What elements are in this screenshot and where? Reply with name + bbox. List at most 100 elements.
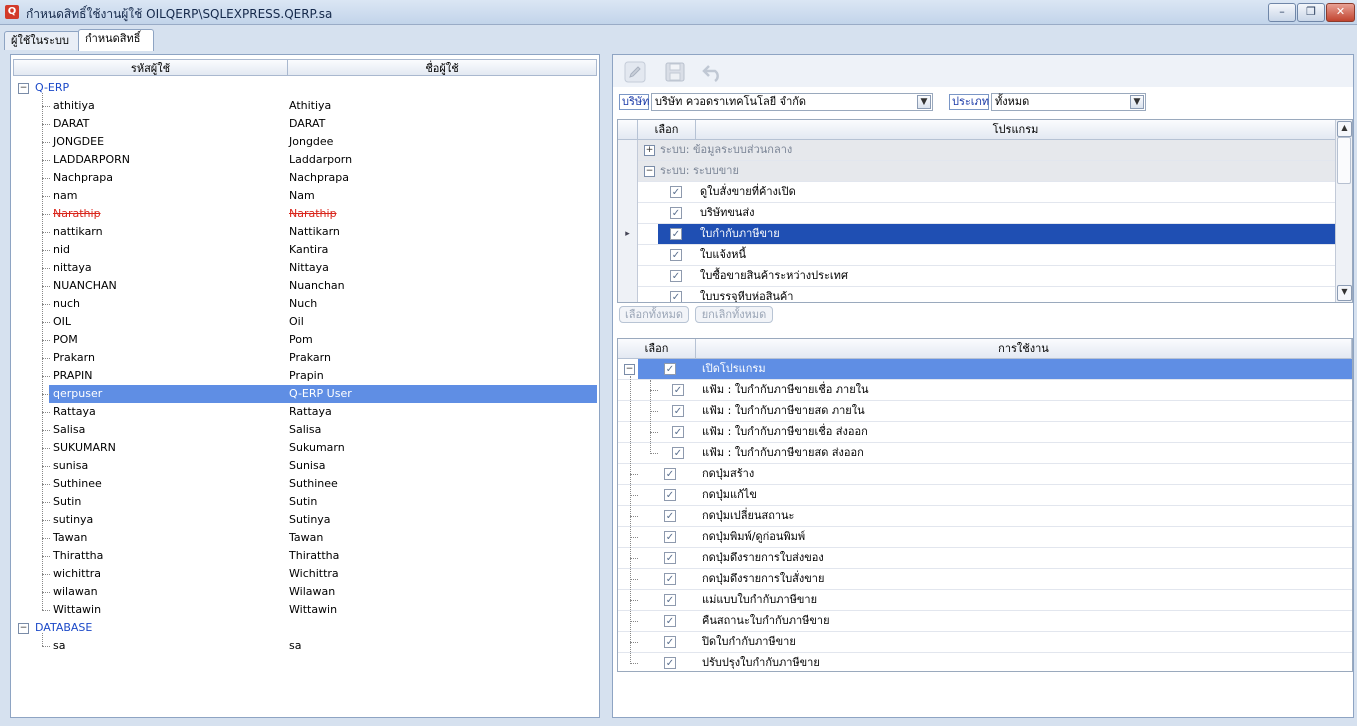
usage-checkbox[interactable]: ✓ [664,363,676,375]
tree-group-q-erp[interactable]: − Q-ERP [11,79,599,97]
usage-item-row[interactable]: ✓ กดปุ่มสร้าง [618,464,1352,485]
usage-item-row[interactable]: ✓ แม่แบบใบกำกับภาษีขาย [618,590,1352,611]
program-checkbox[interactable]: ✓ [670,249,682,261]
tree-user-row[interactable]: PRAPIN Prapin [11,367,599,385]
program-row[interactable]: ✓ ใบบรรจุหีบห่อสินค้า [618,287,1336,302]
collapse-icon[interactable]: − [18,83,29,94]
type-select[interactable]: ทั้งหมด ▼ [991,93,1146,111]
usage-item-row[interactable]: ✓ คืนสถานะใบกำกับภาษีขาย [618,611,1352,632]
usage-checkbox[interactable]: ✓ [664,615,676,627]
tree-user-row[interactable]: Thirattha Thirattha [11,547,599,565]
usage-item-row[interactable]: ✓ ปรับปรุงใบกำกับภาษีขาย [618,653,1352,671]
usage-checkbox[interactable]: ✓ [664,573,676,585]
chevron-down-icon[interactable]: ▼ [917,95,931,109]
tree-user-row[interactable]: Wittawin Wittawin [11,601,599,619]
tree-user-row[interactable]: LADDARPORN Laddarporn [11,151,599,169]
program-checkbox[interactable]: ✓ [670,228,682,240]
program-checkbox[interactable]: ✓ [670,270,682,282]
usage-checkbox[interactable]: ✓ [664,531,676,543]
column-header-select[interactable]: เลือก [638,120,696,140]
usage-child-row[interactable]: ✓ แฟ้ม : ใบกำกับภาษีขายสด ส่งออก [618,443,1352,464]
usage-checkbox[interactable]: ✓ [672,426,684,438]
column-header-program[interactable]: โปรแกรม [696,120,1336,140]
tree-user-row[interactable]: sutinya Sutinya [11,511,599,529]
usage-item-row[interactable]: ✓ กดปุ่มดึงรายการใบสั่งขาย [618,569,1352,590]
scroll-thumb[interactable] [1337,137,1351,184]
program-row[interactable]: ✓ บริษัทขนส่ง [618,203,1336,224]
tree-user-row[interactable]: OIL Oil [11,313,599,331]
tree-user-row[interactable]: POM Pom [11,331,599,349]
undo-icon[interactable] [701,60,725,84]
usage-root-row[interactable]: − ✓ เปิดโปรแกรม [618,359,1352,380]
floppy-icon[interactable] [663,60,687,84]
usage-item-row[interactable]: ✓ กดปุ่มดึงรายการใบส่งของ [618,548,1352,569]
column-header-user-name[interactable]: ชื่อผู้ใช้ [287,59,597,76]
usage-item-row[interactable]: ✓ กดปุ่มแก้ไข [618,485,1352,506]
tree-user-row[interactable]: NUANCHAN Nuanchan [11,277,599,295]
usage-item-row[interactable]: ✓ ปิดใบกำกับภาษีขาย [618,632,1352,653]
program-checkbox[interactable]: ✓ [670,186,682,198]
column-header-usage[interactable]: การใช้งาน [696,339,1352,359]
tree-group-database[interactable]: − DATABASE [11,619,599,637]
tree-user-row[interactable]: nid Kantira [11,241,599,259]
tree-user-row[interactable]: Nachprapa Nachprapa [11,169,599,187]
usage-checkbox[interactable]: ✓ [664,552,676,564]
usage-checkbox[interactable]: ✓ [664,468,676,480]
program-row[interactable]: ✓ ใบแจ้งหนี้ [618,245,1336,266]
tab-users[interactable]: ผู้ใช้ในระบบ [4,31,80,50]
usage-item-row[interactable]: ✓ กดปุ่มเปลี่ยนสถานะ [618,506,1352,527]
program-group-row[interactable]: + ระบบ: ข้อมูลระบบส่วนกลาง [618,140,1336,161]
tree-user-row[interactable]: DARAT DARAT [11,115,599,133]
usage-checkbox[interactable]: ✓ [672,447,684,459]
usage-child-row[interactable]: ✓ แฟ้ม : ใบกำกับภาษีขายสด ภายใน [618,401,1352,422]
usage-checkbox[interactable]: ✓ [672,384,684,396]
usage-item-row[interactable]: ✓ กดปุ่มพิมพ์/ดูก่อนพิมพ์ [618,527,1352,548]
scroll-up-icon[interactable]: ▲ [1337,121,1352,137]
tree-user-row[interactable]: JONGDEE Jongdee [11,133,599,151]
restore-button[interactable]: ❐ [1297,3,1325,22]
program-checkbox[interactable]: ✓ [670,291,682,302]
column-header-user-code[interactable]: รหัสผู้ใช้ [13,59,288,76]
tree-user-row[interactable]: Suthinee Suthinee [11,475,599,493]
tree-user-row[interactable]: qerpuser Q-ERP User [11,385,599,403]
collapse-icon[interactable]: − [624,364,635,375]
chevron-down-icon[interactable]: ▼ [1130,95,1144,109]
collapse-icon[interactable]: − [18,623,29,634]
usage-checkbox[interactable]: ✓ [664,636,676,648]
tree-user-row[interactable]: Sutin Sutin [11,493,599,511]
programs-scrollbar[interactable]: ▲ ▼ [1335,120,1352,302]
usage-checkbox[interactable]: ✓ [664,594,676,606]
tree-user-row[interactable]: sunisa Sunisa [11,457,599,475]
collapse-icon[interactable]: − [644,166,655,177]
deselect-all-button[interactable]: ยกเลิกทั้งหมด [695,306,773,323]
tree-user-row[interactable]: Rattaya Rattaya [11,403,599,421]
tree-user-row[interactable]: nam Nam [11,187,599,205]
tree-user-row[interactable]: SUKUMARN Sukumarn [11,439,599,457]
usage-checkbox[interactable]: ✓ [664,489,676,501]
usage-checkbox[interactable]: ✓ [672,405,684,417]
tree-user-row[interactable]: Tawan Tawan [11,529,599,547]
scroll-down-icon[interactable]: ▼ [1337,285,1352,301]
tree-user-row[interactable]: sa sa [11,637,599,655]
close-button[interactable]: ✕ [1326,3,1355,22]
tree-user-row[interactable]: athitiya Athitiya [11,97,599,115]
program-checkbox[interactable]: ✓ [670,207,682,219]
tree-user-row[interactable]: Prakarn Prakarn [11,349,599,367]
expand-icon[interactable]: + [644,145,655,156]
usage-child-row[interactable]: ✓ แฟ้ม : ใบกำกับภาษีขายเชื่อ ภายใน [618,380,1352,401]
tree-user-row[interactable]: nuch Nuch [11,295,599,313]
program-row[interactable]: ✓ ใบซื้อขายสินค้าระหว่างประเทศ [618,266,1336,287]
usage-checkbox[interactable]: ✓ [664,657,676,669]
column-header-usage-select[interactable]: เลือก [618,339,696,359]
tree-user-row[interactable]: nittaya Nittaya [11,259,599,277]
program-group-row[interactable]: − ระบบ: ระบบขาย [618,161,1336,182]
company-select[interactable]: บริษัท ควอดราเทคโนโลยี จำกัด ▼ [651,93,933,111]
pencil-icon[interactable] [623,60,647,84]
select-all-button[interactable]: เลือกทั้งหมด [619,306,689,323]
tree-user-row[interactable]: Salisa Salisa [11,421,599,439]
tree-user-row[interactable]: nattikarn Nattikarn [11,223,599,241]
program-row[interactable]: ✓ ดูใบสั่งขายที่ค้างเปิด [618,182,1336,203]
tree-user-row[interactable]: Narathip Narathip [11,205,599,223]
tree-user-row[interactable]: wichittra Wichittra [11,565,599,583]
usage-child-row[interactable]: ✓ แฟ้ม : ใบกำกับภาษีขายเชื่อ ส่งออก [618,422,1352,443]
